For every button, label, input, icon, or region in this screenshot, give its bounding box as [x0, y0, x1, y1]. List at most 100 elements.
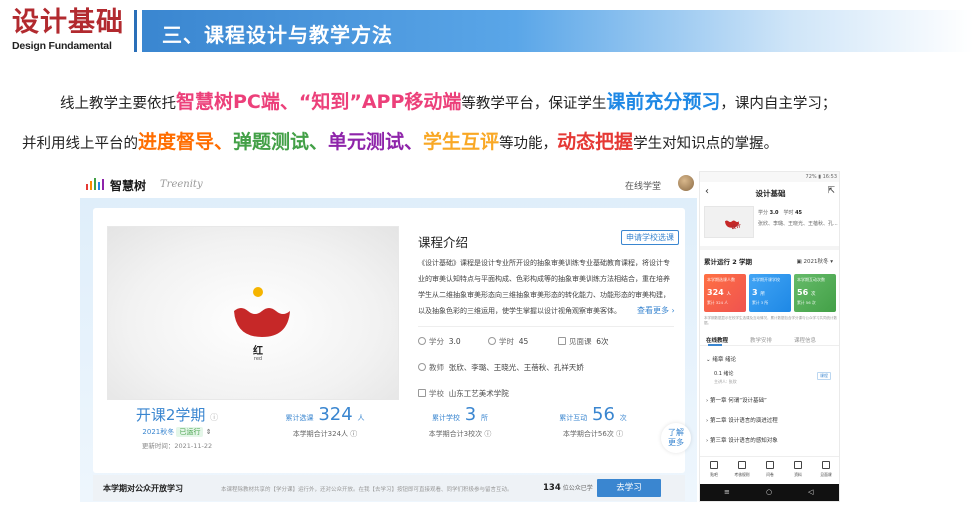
- meeting-button[interactable]: 见面课: [812, 461, 839, 478]
- course-card: 红 red 课程介绍 申请学校选课 《设计基础》课程是设计专业所开设的抽象审美训…: [93, 208, 685, 473]
- chapter-3[interactable]: › 第三章 设计语言的感知对象: [706, 436, 778, 444]
- term-count-text: 开课2学期: [135, 406, 206, 424]
- phone-course-meta: 学分 3.0 学时 45: [758, 209, 807, 216]
- term-dropdown[interactable]: ▣ 2021秋冬 ▾: [797, 257, 833, 265]
- phone-course-info: 设计 学分 3.0 学时 45 张欣、李璐、王晓光、王蓓秋、孔...: [704, 206, 838, 242]
- avatar[interactable]: [678, 175, 694, 191]
- stat-unit: 次: [619, 414, 627, 422]
- chapter-2[interactable]: › 第二章 设计语言的演进过程: [706, 416, 778, 424]
- text: 等功能，: [499, 136, 558, 152]
- phone-nav: ‹ 设计基础 ⇱: [700, 182, 839, 202]
- pc-screenshot: 智慧树 Treenity 在线学堂 红 red 课程介绍 申请学校选课 《设计基…: [80, 171, 697, 502]
- text: 学生对知识点的掌握。: [633, 136, 779, 152]
- info-icon: ⓘ: [210, 413, 219, 422]
- go-study-button[interactable]: 去学习: [597, 479, 661, 497]
- body-paragraph: 线上教学主要依托智慧树PC端、“知到”APP移动端等教学平台，保证学生课前充分预…: [22, 82, 962, 162]
- text: 等教学平台，保证学生: [461, 96, 607, 112]
- course-video[interactable]: 红 red: [107, 226, 399, 400]
- stat-number: 324: [318, 404, 353, 425]
- video-sun-shape: [253, 287, 263, 297]
- view-more-link[interactable]: 查看更多 ›: [633, 305, 675, 316]
- forum-button[interactable]: 贴吧: [700, 461, 728, 478]
- lesson-lecturer: 主讲人: 张欣: [714, 379, 737, 384]
- stat-note: 本学期数据显示在校学生选课及互动情况，累计数据包含学分课与公众学习共同统计数据。: [704, 316, 837, 325]
- back-triangle-icon[interactable]: ◁: [808, 488, 813, 496]
- stat-sub-text: 本学期合计3校次: [428, 430, 483, 438]
- divider: [700, 246, 839, 250]
- materials-button[interactable]: 资料: [784, 461, 812, 478]
- meet-label: 见面课: [569, 337, 592, 346]
- android-nav-bar: ≡ ○ ◁: [700, 484, 839, 501]
- folder-icon: [794, 461, 802, 469]
- card-sub: 累计 324 人: [707, 300, 729, 305]
- school-meta: 学校 山东工艺美术学院: [418, 388, 509, 399]
- tab-online-course[interactable]: 在线教程: [706, 336, 728, 344]
- status-badge: 已运行: [176, 427, 204, 437]
- stat-schools-main: 累计学校 3 所: [400, 404, 520, 425]
- phone-tabs: 在线教程 教学安排 课程信息: [700, 332, 839, 346]
- bar-label: 问卷: [766, 472, 774, 477]
- status-right: 72% ▮ 16:53: [805, 174, 837, 180]
- credit-label: 学分: [429, 337, 444, 346]
- rules-button[interactable]: 考核规则: [728, 461, 756, 478]
- meet-value: 6次: [596, 337, 609, 346]
- stat-number: 3: [464, 404, 477, 425]
- apply-school-button[interactable]: 申请学校选课: [621, 230, 679, 245]
- chapter-1[interactable]: › 第一章 何谓“设计基础”: [706, 396, 767, 404]
- video-icon: [822, 461, 830, 469]
- bar-label: 考核规则: [734, 472, 750, 477]
- stat-schools: 累计学校 3 所 本学期合计3校次 ⓘ: [400, 404, 520, 439]
- lesson-0-1[interactable]: 0.1 绪论: [714, 370, 734, 377]
- pc-topbar: 智慧树 Treenity 在线学堂: [80, 171, 697, 198]
- highlight-peer-review: 学生互评: [423, 131, 500, 153]
- term-count: 开课2学期 ⓘ: [107, 404, 247, 425]
- info-icon: ⓘ: [350, 430, 358, 438]
- stat-sub: 本学期合计3校次 ⓘ: [400, 429, 520, 439]
- public-learning-bar: 本学期对公众开放学习 本课程除教材共享的【学分课】运行外，还对公众开放。在我【去…: [93, 475, 685, 501]
- survey-button[interactable]: 问卷: [756, 461, 784, 478]
- highlight-platform: 智慧树PC端、“知到”APP移动端: [176, 91, 462, 113]
- intro-title: 课程介绍: [418, 235, 469, 250]
- zhs-logo-text[interactable]: 智慧树: [110, 177, 146, 194]
- chapter-0[interactable]: ⌄ 绪章 绪论: [706, 355, 736, 363]
- rules-icon: [738, 461, 746, 469]
- stat-unit: 人: [357, 414, 365, 422]
- brand-logo: 设计基础 Design Fundamental: [12, 8, 128, 53]
- tab-course-info[interactable]: 课程信息: [794, 336, 816, 344]
- pc-course-stage: 红 red 课程介绍 申请学校选课 《设计基础》课程是设计专业所开设的抽象审美训…: [80, 198, 697, 502]
- chevron-down-icon: ⌄: [706, 357, 711, 363]
- highlight-dynamic: 动态把握: [557, 131, 634, 153]
- course-stats: 开课2学期 ⓘ 2021秋冬 已运行 ⇕ 更新时间：2021-11-22 累计选…: [107, 404, 673, 462]
- stat-card-schools: 本学期开课学校 3 所 累计 3 所: [749, 274, 791, 312]
- highlight-progress: 进度督导、: [138, 131, 234, 153]
- hours-value: 45: [518, 337, 529, 346]
- term-selector[interactable]: 2021秋冬 已运行 ⇕: [107, 427, 247, 437]
- card-number-value: 3: [752, 288, 758, 297]
- meeting-icon: [558, 337, 566, 345]
- calendar-icon: ▣: [796, 259, 802, 265]
- school-icon: [418, 389, 426, 397]
- school-name[interactable]: 山东工艺美术学院: [449, 389, 509, 398]
- card-sub: 累计 3 所: [752, 300, 769, 305]
- menu-icon[interactable]: ≡: [724, 488, 730, 496]
- bar-label: 贴吧: [710, 472, 718, 477]
- online-class-link[interactable]: 在线学堂: [625, 179, 661, 192]
- share-icon[interactable]: ⇱: [827, 186, 835, 196]
- phone-title: 设计基础: [755, 189, 786, 198]
- home-icon[interactable]: ○: [766, 488, 772, 496]
- learn-more-button[interactable]: 了解 更多: [661, 423, 691, 453]
- tab-schedule[interactable]: 教学安排: [750, 336, 772, 344]
- meta-key: 学分: [758, 210, 769, 216]
- chapter-label: 第一章 何谓“设计基础”: [709, 398, 767, 404]
- learn-more-line1: 了解: [668, 428, 684, 437]
- brand-en: Design Fundamental: [12, 40, 112, 52]
- lesson-chip[interactable]: 课程: [817, 372, 831, 380]
- stat-interact-main: 累计互动 56 次: [533, 404, 653, 425]
- course-cover[interactable]: 设计: [704, 206, 754, 238]
- paragraph-line-2: 并利用线上平台的进度督导、弹题测试、单元测试、学生互评等功能，动态把握学生对知识…: [22, 122, 962, 162]
- card-sub: 累计 56 次: [797, 300, 816, 305]
- video-red-bowl-shape: [234, 308, 290, 337]
- stat-sub-text: 本学期合计324人: [292, 430, 349, 438]
- pencil-icon: [710, 461, 718, 469]
- meta-key: 学时: [783, 210, 794, 216]
